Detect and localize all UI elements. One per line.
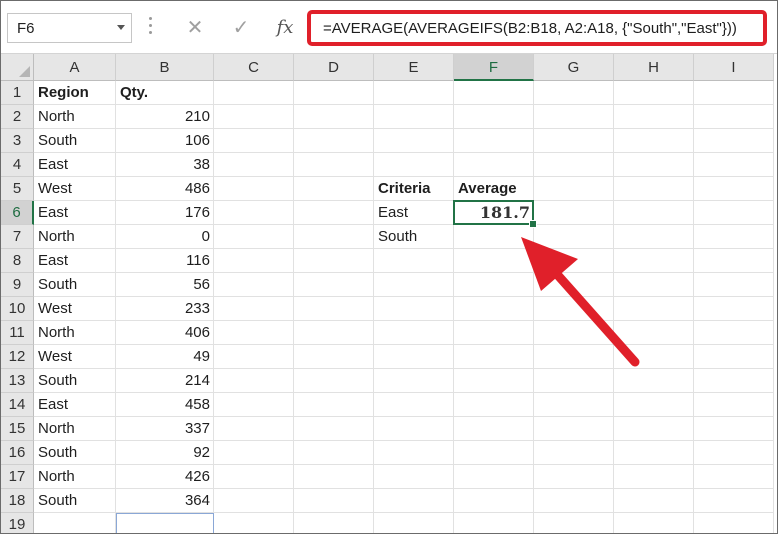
annotation-arrow	[521, 237, 640, 367]
excel-window: F6 ✕ ✓ fx =AVERAGE(AVERAGEIFS(B2:B18, A2…	[0, 0, 778, 534]
